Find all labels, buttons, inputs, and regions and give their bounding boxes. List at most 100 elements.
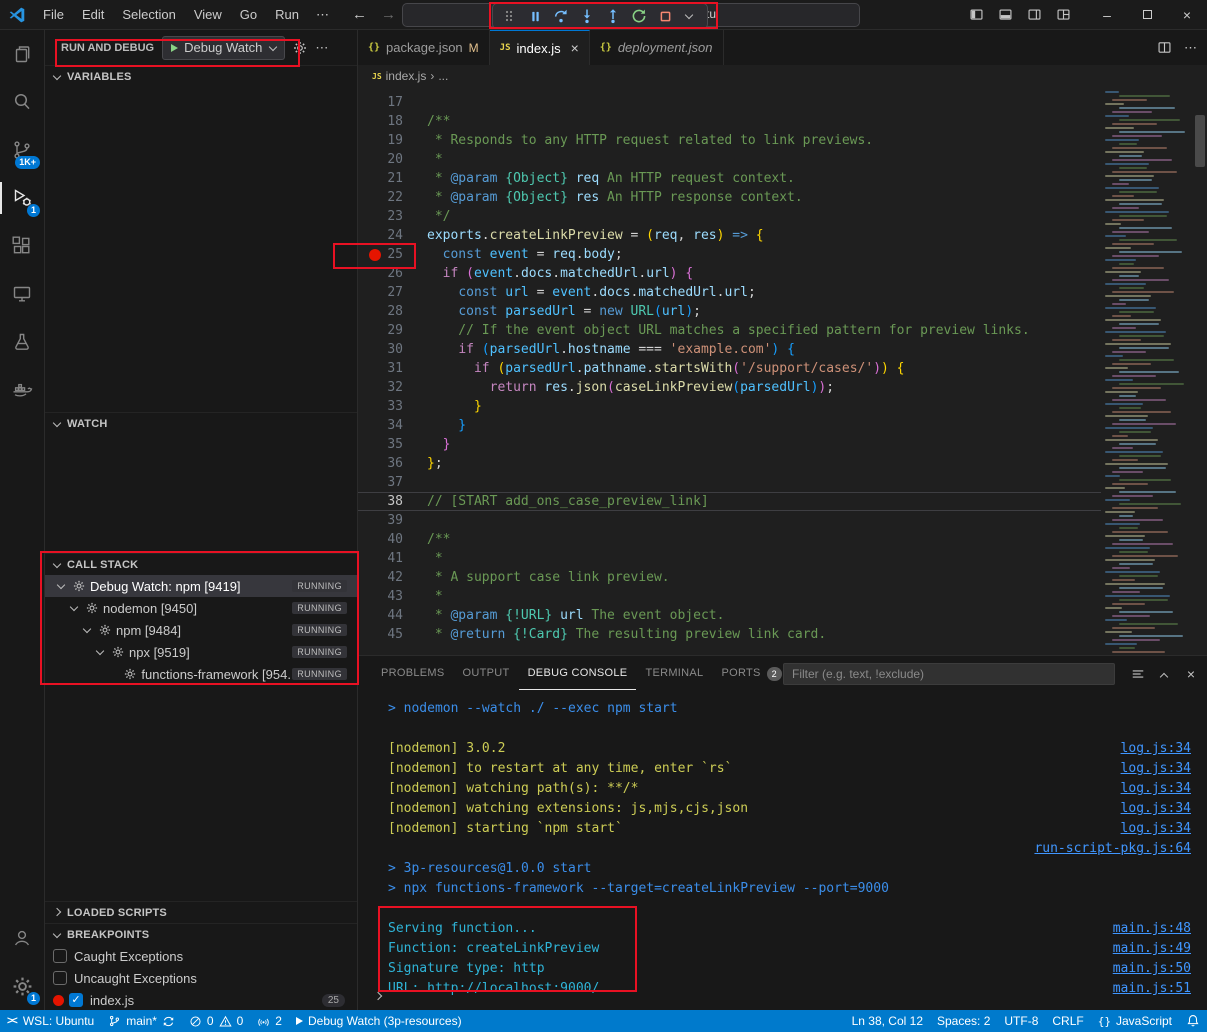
line-number[interactable]: 38 <box>358 492 427 511</box>
line-number[interactable]: 39 <box>358 511 427 530</box>
tab-deployment.json[interactable]: {}deployment.json <box>590 30 724 65</box>
breadcrumb[interactable]: JS index.js › ... <box>358 65 1207 87</box>
restart-icon[interactable] <box>626 5 652 27</box>
source-link[interactable]: main.js:51 <box>1113 979 1191 999</box>
breakpoint-item[interactable]: ✓index.js25 <box>45 989 357 1010</box>
account-icon[interactable] <box>0 914 44 962</box>
section-loaded-scripts[interactable]: LOADED SCRIPTS <box>45 901 357 923</box>
checkbox[interactable]: ✓ <box>69 993 83 1007</box>
source-link[interactable]: run-script-pkg.js:64 <box>1034 839 1191 859</box>
section-variables[interactable]: VARIABLES <box>45 65 357 87</box>
line-number[interactable]: 33 <box>358 397 427 416</box>
editor-scrollbar-thumb[interactable] <box>1195 115 1205 167</box>
settings-gear-icon[interactable]: 1 <box>0 962 44 1010</box>
git-branch-indicator[interactable]: main* <box>101 1010 182 1032</box>
checkbox[interactable] <box>53 971 67 985</box>
start-debug-icon[interactable] <box>171 44 178 52</box>
close-window-icon[interactable]: × <box>1167 0 1207 30</box>
source-control-icon[interactable]: 1K+ <box>0 126 44 174</box>
toggle-panel-icon[interactable] <box>998 7 1013 22</box>
checkbox[interactable] <box>53 949 67 963</box>
eol-indicator[interactable]: CRLF <box>1045 1010 1090 1032</box>
line-number[interactable]: 26 <box>358 264 427 283</box>
menu-file[interactable]: File <box>34 0 73 30</box>
line-number[interactable]: 36 <box>358 454 427 473</box>
explorer-icon[interactable] <box>0 30 44 78</box>
line-number[interactable]: 23 <box>358 207 427 226</box>
line-number[interactable]: 35 <box>358 435 427 454</box>
panel-close-icon[interactable]: × <box>1187 666 1195 682</box>
line-number[interactable]: 29 <box>358 321 427 340</box>
line-number[interactable]: 20 <box>358 150 427 169</box>
line-number[interactable]: 44 <box>358 606 427 625</box>
menu-selection[interactable]: Selection <box>113 0 184 30</box>
line-number[interactable]: 42 <box>358 568 427 587</box>
minimize-icon[interactable]: – <box>1087 0 1127 30</box>
customize-layout-icon[interactable] <box>1056 7 1071 22</box>
breakpoint-item[interactable]: Caught Exceptions <box>45 945 357 967</box>
line-number[interactable]: 34 <box>358 416 427 435</box>
source-link[interactable]: log.js:34 <box>1121 819 1191 839</box>
toggle-secondary-sidebar-icon[interactable] <box>1027 7 1042 22</box>
line-number[interactable]: 41 <box>358 549 427 568</box>
step-over-icon[interactable] <box>548 5 574 27</box>
launch-config-dropdown[interactable]: Debug Watch <box>162 36 285 60</box>
call-stack-item[interactable]: Debug Watch: npm [9419]RUNNING <box>45 575 357 597</box>
menu-run[interactable]: Run <box>266 0 308 30</box>
language-mode[interactable]: {} JavaScript <box>1091 1010 1179 1032</box>
forward-arrow-icon[interactable]: → <box>381 6 396 23</box>
line-number[interactable]: 37 <box>358 473 427 492</box>
call-stack-item[interactable]: npm [9484]RUNNING <box>45 619 357 641</box>
line-number[interactable]: 25 <box>358 245 427 264</box>
tab-package.json[interactable]: {}package.jsonM <box>358 30 490 65</box>
ports-indicator[interactable]: 2 <box>250 1010 289 1032</box>
console-filter-input[interactable] <box>783 663 1115 685</box>
line-number[interactable]: 32 <box>358 378 427 397</box>
line-number[interactable]: 22 <box>358 188 427 207</box>
minimap[interactable] <box>1103 87 1193 655</box>
tab-index.js[interactable]: JSindex.js× <box>490 30 590 65</box>
line-number[interactable]: 31 <box>358 359 427 378</box>
step-out-icon[interactable] <box>600 5 626 27</box>
section-watch[interactable]: WATCH <box>45 412 357 434</box>
source-link[interactable]: log.js:34 <box>1121 779 1191 799</box>
testing-icon[interactable] <box>0 318 44 366</box>
line-number[interactable]: 17 <box>358 93 427 112</box>
toggle-sidebar-icon[interactable] <box>969 7 984 22</box>
stop-icon[interactable] <box>652 5 678 27</box>
breakpoint-dot[interactable] <box>369 249 381 261</box>
sidebar-more-icon[interactable]: ⋯ <box>315 40 328 56</box>
call-stack-item[interactable]: functions-framework [954...RUNNING <box>45 663 357 685</box>
source-link[interactable]: main.js:48 <box>1113 919 1191 939</box>
menu-overflow-icon[interactable]: ⋯ <box>308 7 338 23</box>
remote-indicator[interactable]: >< WSL: Ubuntu <box>0 1010 101 1032</box>
breadcrumb-file[interactable]: index.js <box>386 69 427 83</box>
step-into-icon[interactable] <box>574 5 600 27</box>
menu-go[interactable]: Go <box>231 0 266 30</box>
indentation-indicator[interactable]: Spaces: 2 <box>930 1010 997 1032</box>
pause-icon[interactable] <box>522 5 548 27</box>
menu-edit[interactable]: Edit <box>73 0 113 30</box>
code-editor[interactable]: 1718/**19 * Responds to any HTTP request… <box>358 87 1207 655</box>
remote-explorer-icon[interactable] <box>0 270 44 318</box>
line-number[interactable]: 45 <box>358 625 427 644</box>
line-number[interactable]: 28 <box>358 302 427 321</box>
line-number[interactable]: 21 <box>358 169 427 188</box>
search-icon[interactable] <box>0 78 44 126</box>
docker-icon[interactable] <box>0 366 44 414</box>
panel-tab-output[interactable]: OUTPUT <box>454 657 519 690</box>
toolbar-chevron-down-icon[interactable] <box>678 5 704 27</box>
panel-tab-problems[interactable]: PROBLEMS <box>372 657 454 690</box>
source-link[interactable]: log.js:34 <box>1121 739 1191 759</box>
cursor-position[interactable]: Ln 38, Col 12 <box>845 1010 930 1032</box>
line-number[interactable]: 40 <box>358 530 427 549</box>
close-tab-icon[interactable]: × <box>571 40 579 56</box>
section-breakpoints[interactable]: BREAKPOINTS <box>45 923 357 945</box>
console-lines-icon[interactable] <box>1131 667 1145 681</box>
panel-tab-debug-console[interactable]: DEBUG CONSOLE <box>519 657 637 690</box>
source-link[interactable]: log.js:34 <box>1121 759 1191 779</box>
panel-tab-terminal[interactable]: TERMINAL <box>636 657 712 690</box>
maximize-icon[interactable] <box>1127 0 1167 30</box>
back-arrow-icon[interactable]: ← <box>352 6 367 23</box>
problems-indicator[interactable]: 0 0 <box>182 1010 250 1032</box>
